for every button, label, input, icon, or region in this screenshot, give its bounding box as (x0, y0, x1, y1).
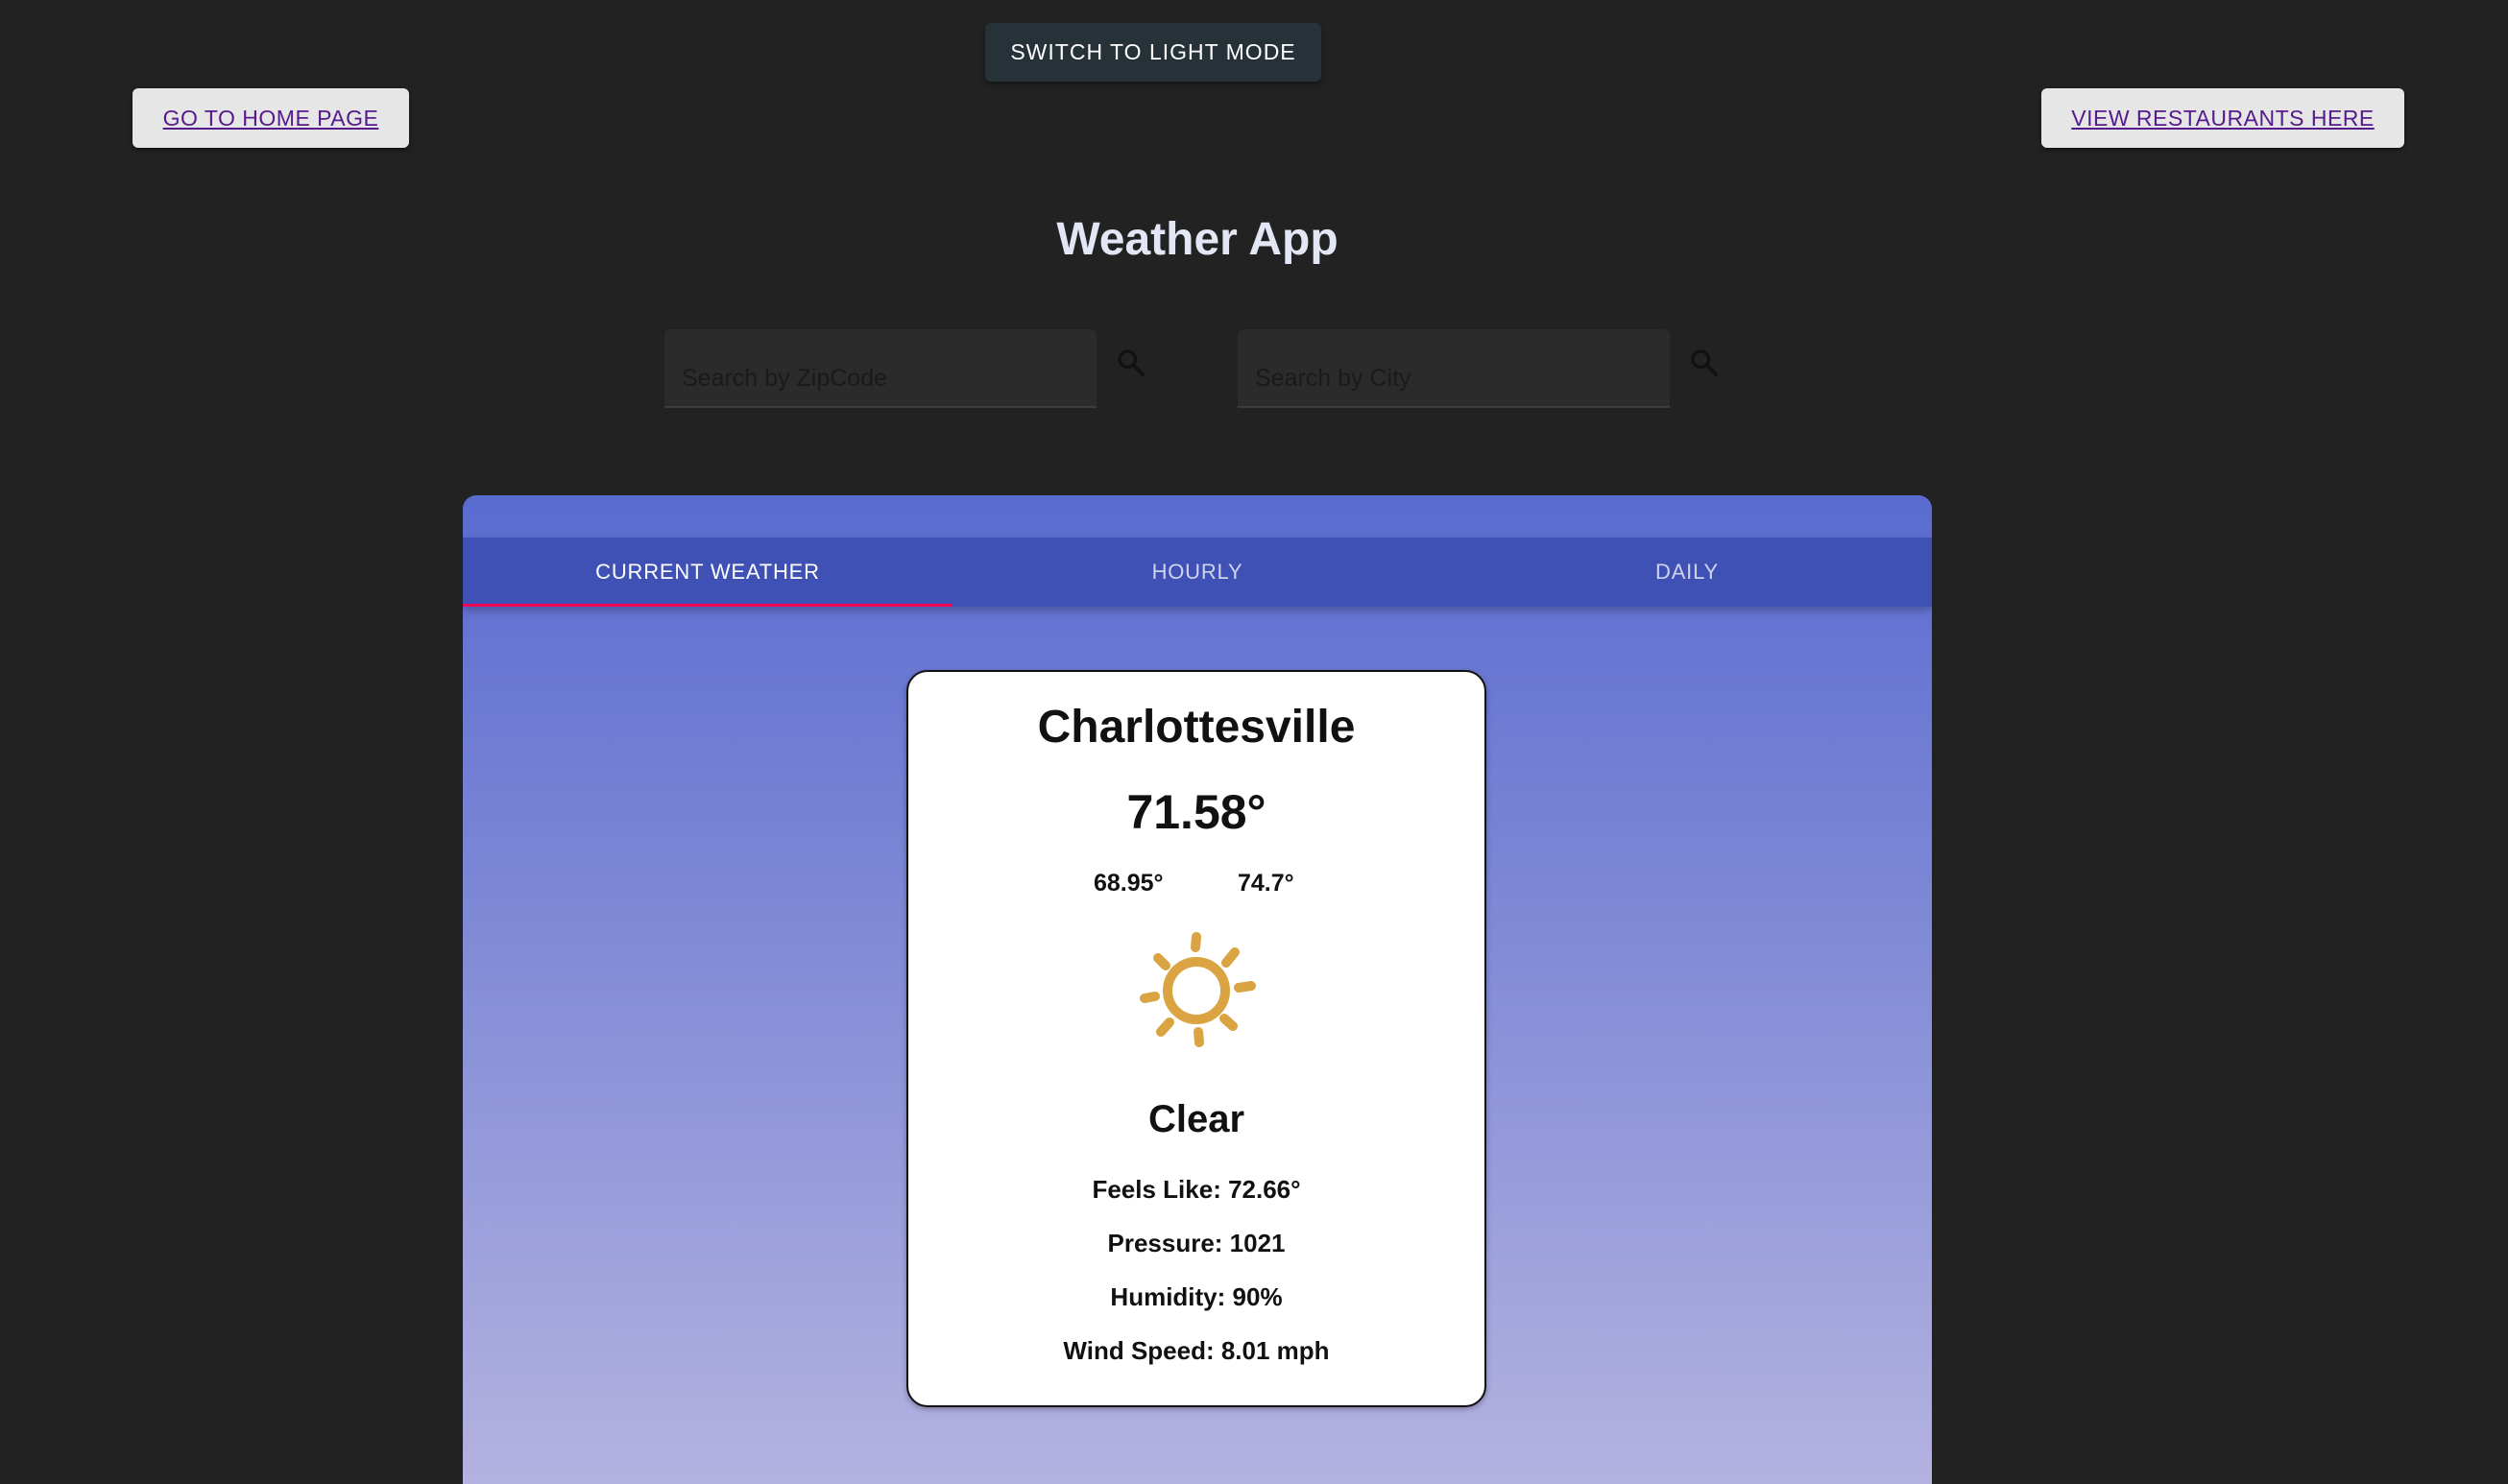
search-icon[interactable] (1114, 346, 1148, 380)
sun-icon (1140, 932, 1256, 1047)
tab-hourly[interactable]: HOURLY (953, 538, 1442, 607)
theme-toggle-button[interactable]: SWITCH TO LIGHT MODE (985, 23, 1321, 82)
feels-like: Feels Like: 72.66° (1092, 1175, 1301, 1204)
weather-card: Charlottesville 71.58° 68.95° 74.7° Clea… (906, 670, 1486, 1407)
home-page-button[interactable]: GO TO HOME PAGE (133, 88, 409, 148)
weather-panel: CURRENT WEATHER HOURLY DAILY Charlottesv… (463, 495, 1932, 1484)
humidity: Humidity: 90% (1110, 1282, 1283, 1311)
tab-daily[interactable]: DAILY (1442, 538, 1932, 607)
wind-speed: Wind Speed: 8.01 mph (1063, 1336, 1330, 1365)
tab-bar: CURRENT WEATHER HOURLY DAILY (463, 538, 1932, 607)
current-temperature: 71.58° (1126, 785, 1266, 839)
pressure: Pressure: 1021 (1107, 1229, 1286, 1257)
weather-condition: Clear (1147, 1098, 1245, 1140)
page-title: Weather App (1056, 214, 1338, 265)
city-search-input[interactable] (1238, 329, 1670, 406)
restaurants-link[interactable]: VIEW RESTAURANTS HERE (2071, 106, 2375, 132)
low-temperature: 68.95° (1094, 870, 1164, 897)
restaurants-button[interactable]: VIEW RESTAURANTS HERE (2041, 88, 2404, 148)
home-page-link[interactable]: GO TO HOME PAGE (163, 106, 379, 132)
search-icon[interactable] (1687, 346, 1722, 380)
city-search-field[interactable] (1238, 329, 1670, 408)
zipcode-search-input[interactable] (664, 329, 1097, 406)
zipcode-search-field[interactable] (664, 329, 1097, 408)
tab-current-weather[interactable]: CURRENT WEATHER (463, 538, 953, 607)
city-name: Charlottesville (1037, 702, 1356, 753)
high-temperature: 74.7° (1238, 870, 1294, 897)
